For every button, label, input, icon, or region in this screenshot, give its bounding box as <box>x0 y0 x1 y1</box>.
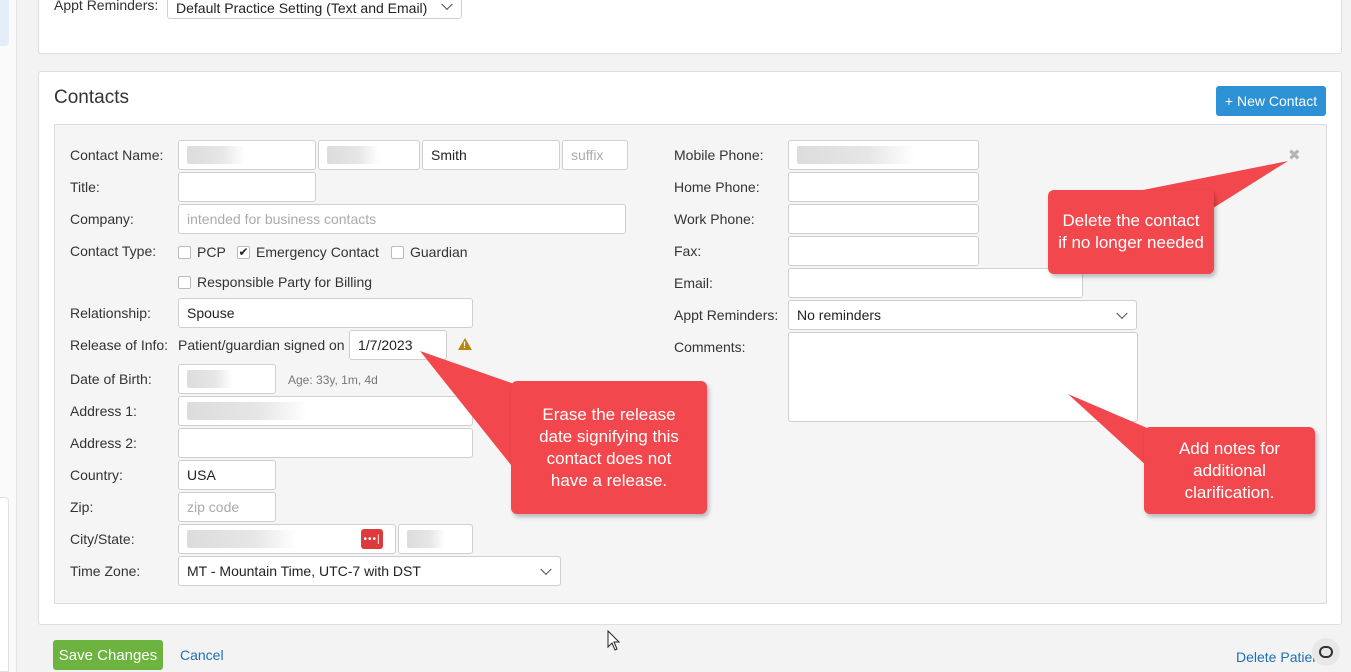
save-changes-button[interactable]: Save Changes <box>53 640 163 670</box>
mouse-cursor-icon <box>607 630 621 651</box>
comments-callout: Add notes for additional clarification. <box>1144 427 1315 514</box>
delete-contact-callout: Delete the contact if no longer needed <box>1048 190 1214 274</box>
release-date-callout: Erase the release date signifying this c… <box>511 381 707 514</box>
callout-pointers <box>420 161 1288 478</box>
chat-widget-button[interactable] <box>1312 638 1340 666</box>
delete-patient-link[interactable]: Delete Patient <box>1236 649 1316 665</box>
chat-bubble-icon <box>1319 646 1333 658</box>
cancel-link[interactable]: Cancel <box>180 647 224 663</box>
